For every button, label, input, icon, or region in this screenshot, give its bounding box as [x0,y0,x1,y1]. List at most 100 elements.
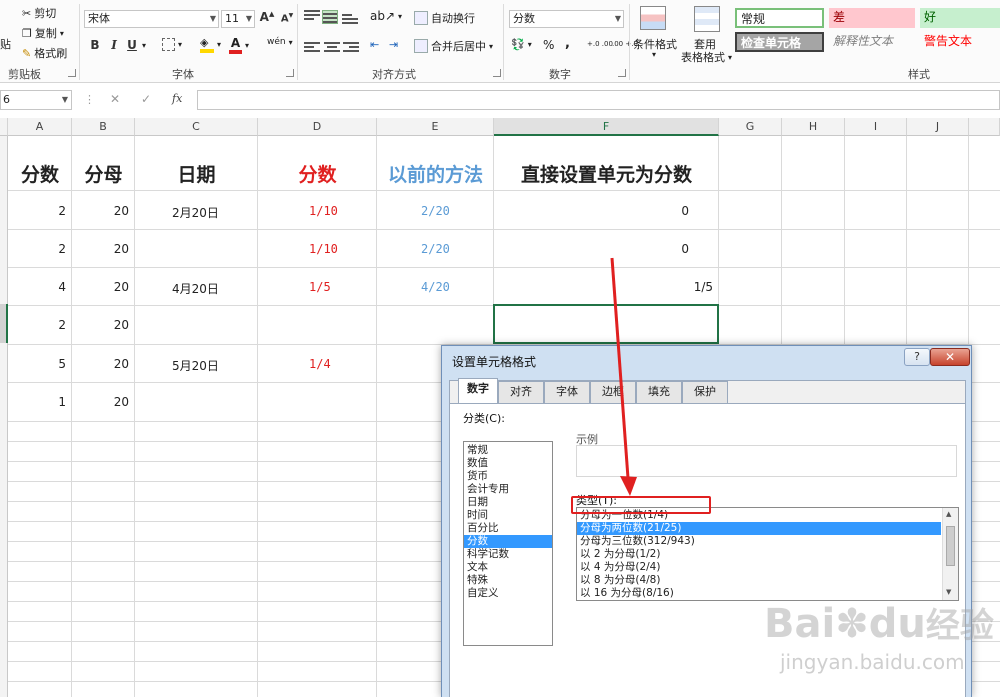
column-header-h[interactable]: H [782,118,845,136]
clipboard-launcher-icon[interactable] [68,69,76,77]
header-denominator[interactable]: 分母 [72,160,135,187]
row-header-gutter[interactable] [0,136,8,697]
tab-alignment[interactable]: 对齐 [498,381,544,403]
number-launcher-icon[interactable] [618,69,626,77]
cancel-edit-icon[interactable]: ✕ [110,92,120,106]
tab-border[interactable]: 边框 [590,381,636,403]
select-all-corner[interactable] [0,118,8,136]
tab-number[interactable]: 数字 [458,378,498,404]
header-fraction[interactable]: 分数 [8,160,72,187]
italic-button[interactable]: I [106,38,122,52]
cell-a[interactable]: 2 [8,242,72,256]
format-painter-button[interactable]: ✎ 格式刷 [22,45,67,61]
merge-center-button[interactable]: 合并后居中 ▾ [414,38,493,54]
chevron-down-icon[interactable]: ▾ [142,41,146,50]
tab-font[interactable]: 字体 [544,381,590,403]
increase-decimal-button[interactable]: +.0 .00 [587,40,613,48]
list-item[interactable]: 以 4 为分母(2/4) [577,561,941,574]
column-header-f[interactable]: F [494,118,719,136]
cell-b[interactable]: 20 [72,395,135,409]
help-button[interactable]: ? [904,348,930,366]
cell-a[interactable]: 2 [8,318,72,332]
column-header-e[interactable]: E [377,118,494,136]
underline-button[interactable]: U [124,38,140,52]
align-top-icon[interactable] [304,8,320,22]
list-item[interactable]: 以 8 为分母(4/8) [577,574,941,587]
table-format-icon[interactable] [694,6,720,32]
column-header-i[interactable]: I [845,118,907,136]
conditional-format-icon[interactable] [640,6,670,34]
header-direct-fraction[interactable]: 直接设置单元为分数 [494,160,719,187]
tab-protection[interactable]: 保护 [682,381,728,403]
cell-c[interactable]: 4月20日 [172,280,219,297]
cell-d[interactable]: 1/10 [309,204,338,218]
number-format-combo[interactable]: 分数 ▼ [509,10,624,28]
type-list-scrollbar[interactable]: ▲ ▼ [942,508,958,600]
format-as-table-button[interactable]: 表格格式 ▾ [681,49,732,65]
list-item[interactable]: 百分比 [464,522,552,535]
column-header-c[interactable]: C [135,118,258,136]
cell-c[interactable]: 2月20日 [172,204,219,221]
font-name-combo[interactable]: 宋体 ▼ [84,10,219,28]
column-header-a[interactable]: A [8,118,72,136]
confirm-edit-icon[interactable]: ✓ [141,92,151,106]
cell-b[interactable]: 20 [72,242,135,256]
list-item[interactable]: 数值 [464,457,552,470]
column-header-j[interactable]: J [907,118,969,136]
increase-indent-button[interactable]: ⇥ [389,38,398,51]
scroll-down-icon[interactable]: ▼ [946,588,951,596]
list-item[interactable]: 以 2 为分母(1/2) [577,548,941,561]
cell-d[interactable]: 1/4 [309,357,331,371]
wrap-text-button[interactable]: 自动换行 [414,10,475,26]
cell-b[interactable]: 20 [72,318,135,332]
copy-button[interactable]: ❐ 复制 ▾ [22,25,64,41]
cell-e[interactable]: 2/20 [421,204,450,218]
cell-b[interactable]: 20 [72,280,135,294]
tab-fill[interactable]: 填充 [636,381,682,403]
active-cell-selection[interactable] [493,304,719,344]
close-button[interactable]: ✕ [930,348,970,366]
cell-f[interactable]: 0 [494,242,719,256]
comma-button[interactable]: , [565,36,570,51]
cell-f[interactable]: 1/5 [494,280,719,294]
cell-f[interactable]: 0 [494,204,719,218]
grow-font-button[interactable]: A▲ [259,10,275,24]
cut-button[interactable]: ✂ 剪切 [22,5,56,21]
shrink-font-button[interactable]: A▼ [279,12,295,24]
style-good[interactable]: 好 [920,8,1000,28]
list-item[interactable]: 自定义 [464,587,552,600]
decrease-indent-button[interactable]: ⇤ [370,38,379,51]
style-normal[interactable]: 常规 [735,8,824,28]
column-header-d[interactable]: D [258,118,377,136]
list-item[interactable]: 分母为三位数(312/943) [577,535,941,548]
style-bad[interactable]: 差 [829,8,915,28]
font-color-button[interactable]: A ▾ [229,36,249,54]
column-header-next[interactable] [969,118,1000,136]
paste-button[interactable]: 贴 [0,36,11,52]
style-explanatory[interactable]: 解释性文本 [829,32,915,52]
style-check-cell[interactable]: 检查单元格 [735,32,824,52]
header-previous-method[interactable]: 以前的方法 [377,160,494,187]
cell-d[interactable]: 1/5 [309,280,331,294]
style-warning[interactable]: 警告文本 [920,32,1000,52]
accounting-format-button[interactable]: 💱 ▾ [511,38,532,51]
formula-input[interactable] [197,90,1000,110]
align-bottom-icon[interactable] [342,12,358,26]
borders-button[interactable]: ▾ [162,38,182,51]
cell-a[interactable]: 2 [8,204,72,218]
orientation-button[interactable]: ab↗ ▾ [370,9,402,23]
list-item[interactable]: 日期 [464,496,552,509]
cell-c[interactable]: 5月20日 [172,357,219,374]
insert-function-icon[interactable]: fx [172,92,182,105]
more-options-icon[interactable]: ⋮ [84,93,95,106]
column-header-b[interactable]: B [72,118,135,136]
align-middle-icon[interactable] [322,10,338,24]
cell-e[interactable]: 4/20 [421,280,450,294]
header-date[interactable]: 日期 [135,160,258,187]
alignment-launcher-icon[interactable] [493,69,501,77]
cell-a[interactable]: 4 [8,280,72,294]
list-item[interactable]: 科学记数 [464,548,552,561]
cell-e[interactable]: 2/20 [421,242,450,256]
category-list[interactable]: 常规 数值 货币 会计专用 日期 时间 百分比 分数 科学记数 文本 特殊 自定… [463,441,553,646]
cell-a[interactable]: 5 [8,357,72,371]
